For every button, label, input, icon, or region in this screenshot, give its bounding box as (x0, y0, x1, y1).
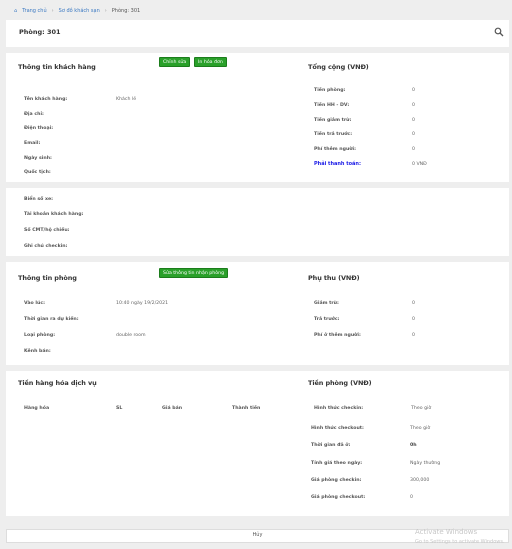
goods-column-item: Hàng hóa (24, 406, 50, 411)
customer-name-label: Tên khách hàng: (24, 97, 68, 102)
extra-person-fee-label: Phí thêm người: (314, 147, 357, 152)
checkin-price-value: 300,000 (410, 478, 430, 483)
surcharge-section-title: Phụ thu (VNĐ) (308, 274, 360, 282)
checkin-note-label: Ghi chú checkin: (24, 244, 68, 249)
stayed-time-value: 0h (410, 443, 417, 448)
extra-person-fee-value: 0 (412, 147, 415, 152)
checkout-price-label: Giá phòng checkout: (311, 495, 366, 500)
edit-customer-button[interactable]: Chỉnh sửa (159, 57, 191, 67)
goods-card (6, 371, 509, 516)
surcharge-discount-value: 0 (412, 301, 415, 306)
email-label: Email: (24, 141, 41, 146)
breadcrumb: ⌂ Trang chủ › Sơ đồ khách sạn › Phòng: 3… (14, 8, 140, 14)
stayed-time-label: Thời gian đã ở: (311, 443, 351, 448)
checkin-time-value: 10:40 ngày 19/2/2021 (116, 301, 169, 306)
header-card: Phòng: 301 (6, 20, 509, 47)
search-icon[interactable] (494, 27, 504, 37)
prepaid-value: 0 (412, 132, 415, 137)
birthday-label: Ngày sinh: (24, 156, 52, 161)
activate-windows-hint: Go to Settings to activate Windows. (415, 539, 505, 545)
nationality-label: Quốc tịch: (24, 170, 51, 175)
customer-section-title: Thông tin khách hàng (18, 63, 96, 71)
customer-name-value: Khách lẻ (116, 97, 137, 102)
surcharge-extra-person-value: 0 (412, 333, 415, 338)
checkin-price-label: Giá phòng checkin: (311, 478, 362, 483)
checkin-mode-value: Theo giờ (411, 406, 432, 411)
surcharge-prepaid-label: Trả trước: (314, 317, 340, 322)
expected-checkout-label: Thời gian ra dự kiến: (24, 317, 79, 322)
amount-due-label: Phải thanh toán: (314, 161, 361, 167)
checkin-time-label: Vào lúc: (24, 301, 45, 306)
total-section-title: Tổng cộng (VNĐ) (308, 63, 369, 71)
edit-checkin-info-button[interactable]: Sửa thông tin nhận phòng (159, 268, 229, 278)
checkout-price-value: 0 (410, 495, 413, 500)
id-passport-label: Số CMT/hộ chiếu: (24, 228, 70, 233)
customer-card (6, 53, 509, 182)
phone-label: Điện thoại: (24, 126, 54, 131)
goods-fee-value: 0 (412, 103, 415, 108)
daily-rate-label: Tính giá theo ngày: (311, 461, 363, 466)
sales-channel-label: Kênh bán: (24, 349, 51, 354)
license-plate-label: Biển số xe: (24, 197, 54, 202)
surcharge-prepaid-value: 0 (412, 317, 415, 322)
discount-label: Tiền giảm trừ: (314, 118, 352, 123)
checkout-mode-label: Hình thức checkout: (311, 426, 364, 431)
surcharge-discount-label: Giảm trừ: (314, 301, 339, 306)
breadcrumb-current: Phòng: 301 (111, 8, 141, 14)
checkout-mode-value: Theo giờ (410, 426, 431, 431)
room-price-section-title: Tiền phòng (VNĐ) (308, 379, 372, 387)
page-title: Phòng: 301 (19, 28, 61, 36)
customer-card-continued (6, 188, 509, 256)
amount-due-value: 0 VNĐ (412, 162, 427, 167)
customer-account-label: Tài khoản khách hàng: (24, 212, 84, 217)
goods-fee-label: Tiền HH - DV: (314, 103, 350, 108)
room-type-value: double room (116, 333, 146, 338)
room-section-title: Thông tin phòng (18, 274, 77, 282)
checkin-mode-label: Hình thức checkin: (314, 406, 364, 411)
chevron-right-icon: › (51, 8, 54, 14)
chevron-right-icon: › (104, 8, 107, 14)
room-fee-value: 0 (412, 88, 415, 93)
discount-value: 0 (412, 118, 415, 123)
home-icon: ⌂ (14, 8, 18, 14)
goods-column-quantity: SL (116, 406, 123, 411)
room-card (6, 262, 509, 365)
address-label: Địa chỉ: (24, 112, 44, 117)
prepaid-label: Tiền trả trước: (314, 132, 353, 137)
room-type-label: Loại phòng: (24, 333, 56, 338)
breadcrumb-home[interactable]: Trang chủ (22, 8, 46, 14)
activate-windows-watermark: Activate Windows (415, 528, 478, 536)
breadcrumb-hotel-map[interactable]: Sơ đồ khách sạn (59, 8, 100, 14)
goods-section-title: Tiền hàng hóa dịch vụ (18, 379, 97, 387)
daily-rate-value: Ngày thường (410, 461, 441, 466)
room-fee-label: Tiền phòng: (314, 88, 346, 93)
surcharge-extra-person-label: Phí ở thêm người: (314, 333, 361, 338)
goods-column-amount: Thành tiền (232, 406, 261, 411)
print-invoice-button[interactable]: In hóa đơn (194, 57, 227, 67)
goods-column-price: Giá bán (162, 406, 183, 411)
